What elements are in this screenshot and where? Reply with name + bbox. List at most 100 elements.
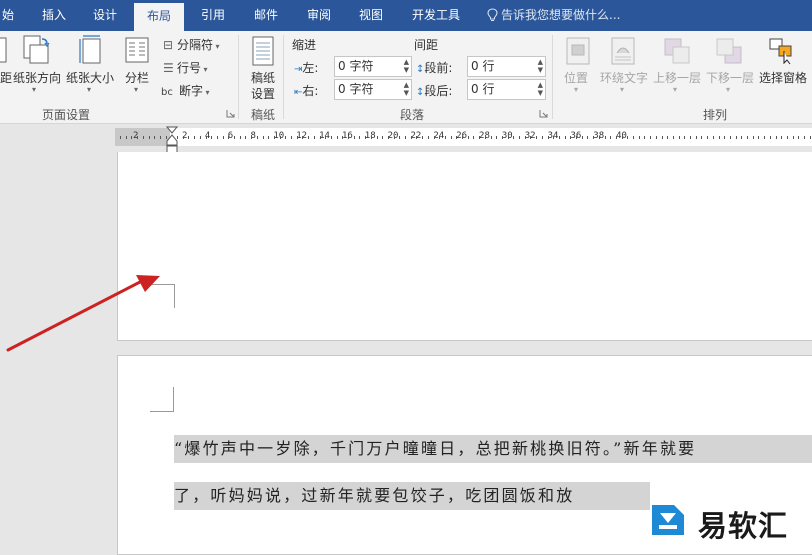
spacing-after-field[interactable]: 0 行 ▲ ▼ <box>467 79 546 100</box>
ruler-tick <box>507 136 509 139</box>
ruler-tick <box>558 136 560 139</box>
ruler-tick <box>598 136 600 139</box>
ruler-tick <box>142 136 144 139</box>
ruler-tick <box>296 136 298 139</box>
orientation-button[interactable]: 纸张方向 <box>13 69 61 86</box>
ruler-tick <box>638 136 640 139</box>
ruler-tick <box>245 136 247 139</box>
draft-paper-line2[interactable]: 设置 <box>251 85 275 102</box>
ruler-tick <box>422 136 424 139</box>
ruler-tick <box>615 136 617 139</box>
paper-size-button[interactable]: 纸张大小 <box>66 69 114 86</box>
selection-pane-button[interactable]: 选择窗格 <box>759 69 807 86</box>
ruler-tick <box>752 136 754 139</box>
ruler-tick <box>536 136 538 139</box>
tab-insert[interactable]: 插入 <box>34 0 74 31</box>
columns-dropdown-icon[interactable]: ▾ <box>134 85 138 94</box>
hyphenation-dropdown-icon: ▾ <box>203 88 210 97</box>
ruler-tick <box>376 136 378 139</box>
tab-developer[interactable]: 开发工具 <box>404 0 468 31</box>
paragraph-launcher-icon[interactable] <box>539 109 548 118</box>
ruler-tick <box>564 136 566 139</box>
send-backward-button[interactable]: 下移一层 <box>706 69 754 86</box>
ruler-tick <box>661 136 663 139</box>
document-text-line-1[interactable]: “爆竹声中一岁除，千门万户曈曈日，总把新桃换旧符。”新年就要 <box>174 435 812 463</box>
wrap-text-icon <box>611 37 635 65</box>
ruler-tick <box>205 136 207 139</box>
ruler-tick <box>678 136 680 139</box>
position-button[interactable]: 位置 <box>564 69 588 86</box>
bring-forward-button[interactable]: 上移一层 <box>653 69 701 86</box>
page-1[interactable] <box>117 152 812 341</box>
bring-forward-icon <box>664 38 690 64</box>
line-numbers-icon: ☰ <box>163 61 174 75</box>
draft-paper-icon <box>252 36 274 66</box>
ruler-tick <box>484 136 486 139</box>
ruler-tick <box>239 136 241 139</box>
breaks-button[interactable]: ⊟ 分隔符 ▾ <box>163 36 220 53</box>
ruler-tick <box>308 136 310 139</box>
margins-button[interactable]: 距 <box>0 69 12 86</box>
ruler-tick <box>370 136 372 139</box>
columns-icon <box>125 37 149 63</box>
wrap-text-button[interactable]: 环绕文字 <box>600 69 648 86</box>
ruler-tick <box>479 136 481 139</box>
ruler-tick <box>724 136 726 139</box>
tab-review[interactable]: 审阅 <box>299 0 339 31</box>
tab-home[interactable]: 始 <box>0 0 16 31</box>
tell-me-search[interactable]: 告诉我您想要做什么... <box>487 0 620 31</box>
spacing-before-spinner-icon[interactable]: ▲ ▼ <box>538 58 543 74</box>
ruler-tick <box>444 136 446 139</box>
page-setup-group-label: 页面设置 <box>42 108 91 122</box>
tab-references[interactable]: 引用 <box>193 0 233 31</box>
indent-right-field[interactable]: 0 字符 ▲ ▼ <box>334 79 412 100</box>
tab-view[interactable]: 视图 <box>351 0 391 31</box>
position-dropdown-icon[interactable]: ▾ <box>574 85 578 94</box>
send-backward-dropdown-icon[interactable]: ▾ <box>726 85 730 94</box>
send-backward-icon <box>716 38 742 64</box>
line-numbers-button[interactable]: ☰ 行号 ▾ <box>163 59 208 76</box>
page-setup-launcher-icon[interactable] <box>226 109 235 118</box>
bring-forward-dropdown-icon[interactable]: ▾ <box>673 85 677 94</box>
ruler-tick <box>216 136 218 139</box>
paper-size-dropdown-icon[interactable]: ▾ <box>87 85 91 94</box>
indent-left-label: ⇥左: <box>294 61 319 75</box>
indent-header: 缩进 <box>292 38 317 52</box>
columns-button[interactable]: 分栏 <box>125 69 149 86</box>
ruler-tick <box>798 136 800 139</box>
indent-left-spinner-icon[interactable]: ▲ ▼ <box>404 58 409 74</box>
tab-design[interactable]: 设计 <box>85 0 125 31</box>
spacing-before-field[interactable]: 0 行 ▲ ▼ <box>467 56 546 77</box>
ruler-tick <box>450 136 452 139</box>
spacing-after-spinner-icon[interactable]: ▲ ▼ <box>538 81 543 97</box>
ruler-tick <box>348 136 349 139</box>
ruler-tick <box>405 136 406 139</box>
ruler-tick <box>137 136 139 139</box>
ruler-tick <box>553 136 555 139</box>
ruler-tick <box>655 136 657 139</box>
hyphenation-icon: bc <box>161 87 173 98</box>
ruler-tick <box>182 136 184 139</box>
orientation-dropdown-icon[interactable]: ▾ <box>32 85 36 94</box>
ruler-tick <box>353 136 355 139</box>
tab-layout[interactable]: 布局 <box>134 3 184 31</box>
ruler-tick <box>490 136 492 139</box>
ruler-tick <box>786 136 788 139</box>
ruler-tick <box>530 136 532 139</box>
ruler-tick <box>462 136 463 139</box>
ruler-tick <box>524 136 526 139</box>
draft-paper-line1[interactable]: 稿纸 <box>251 69 275 86</box>
indent-left-field[interactable]: 0 字符 ▲ ▼ <box>334 56 412 77</box>
ruler-tick <box>633 136 634 139</box>
indent-right-spinner-icon[interactable]: ▲ ▼ <box>404 81 409 97</box>
tab-mailings[interactable]: 邮件 <box>246 0 286 31</box>
breaks-dropdown-icon: ▾ <box>213 42 220 51</box>
hyphenation-button[interactable]: bc 断字 ▾ <box>161 82 210 99</box>
ruler-tick <box>672 136 674 139</box>
ruler-tick <box>365 136 367 139</box>
wrap-text-dropdown-icon[interactable]: ▾ <box>620 85 624 94</box>
ruler-tick <box>336 136 338 139</box>
group-separator <box>283 35 284 119</box>
ruler-tick <box>501 136 503 139</box>
document-text-line-2[interactable]: 了，听妈妈说，过新年就要包饺子，吃团圆饭和放 <box>174 482 650 510</box>
